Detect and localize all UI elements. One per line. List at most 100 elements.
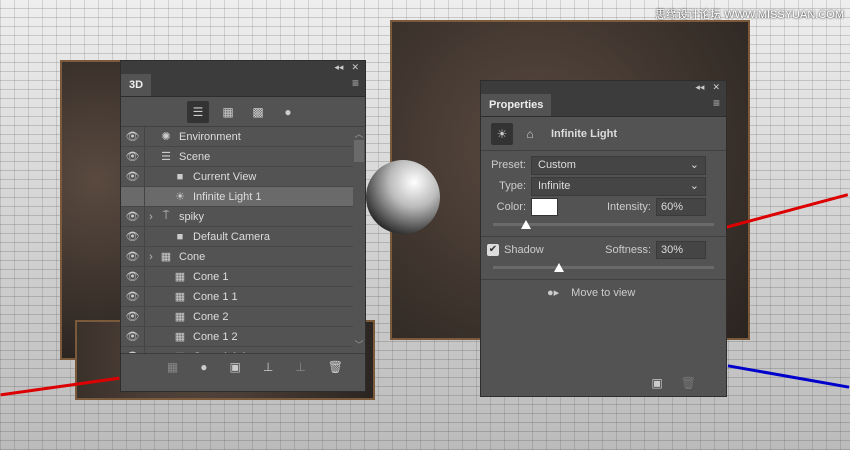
scene-row[interactable]: 👁 ■ Default Camera bbox=[121, 227, 365, 247]
scene-row-label: Default Camera bbox=[193, 230, 271, 243]
light-filter-icon[interactable]: ● bbox=[277, 101, 299, 123]
slider-thumb[interactable] bbox=[521, 220, 532, 229]
softness-slider[interactable] bbox=[493, 261, 714, 275]
light-direction-widget[interactable] bbox=[366, 160, 440, 234]
mesh-instance-icon: ▦ bbox=[174, 331, 186, 343]
collapse-icon[interactable]: ◂◂ bbox=[334, 62, 343, 73]
intensity-slider[interactable] bbox=[493, 218, 714, 232]
scene-row-label: Infinite Light 1 bbox=[193, 190, 262, 203]
render-icon[interactable]: ▣ bbox=[651, 376, 662, 390]
shadow-label: Shadow bbox=[504, 243, 544, 256]
scene-row-label: Cone 1 1 bbox=[193, 290, 238, 303]
text-mesh-icon: ⍑ bbox=[162, 210, 170, 222]
visibility-eye-icon[interactable]: 👁 bbox=[121, 267, 145, 286]
close-icon[interactable]: ✕ bbox=[351, 62, 359, 73]
scene-row[interactable]: 👁 ▦ Cone 1 2 bbox=[121, 327, 365, 347]
preset-label: Preset: bbox=[491, 159, 526, 171]
scene-row[interactable]: 👁 ☰ Scene bbox=[121, 147, 365, 167]
visibility-eye-icon[interactable]: 👁 bbox=[121, 207, 145, 226]
add-light-icon[interactable]: ● bbox=[200, 360, 207, 374]
expand-chevron-icon[interactable]: › bbox=[145, 211, 157, 223]
slider-thumb[interactable] bbox=[554, 263, 565, 272]
scene-row[interactable]: 👁 ▦ Cone 1 1 1 bbox=[121, 347, 365, 353]
scene-row-label: Current View bbox=[193, 170, 257, 183]
collapse-icon[interactable]: ◂◂ bbox=[695, 82, 704, 93]
mesh-filter-icon[interactable]: ▦ bbox=[217, 101, 239, 123]
render-icon[interactable]: ▣ bbox=[230, 360, 241, 374]
scene-row[interactable]: 👁 ■ Current View bbox=[121, 167, 365, 187]
scene-row-label: spiky bbox=[179, 210, 205, 223]
mesh-instance-icon: ▦ bbox=[174, 271, 186, 283]
watermark: 思缘设计论坛 WWW.MISSYUAN.COM bbox=[655, 9, 844, 21]
move-to-view-button[interactable]: ●▸ Move to view bbox=[481, 279, 726, 305]
mesh-instance-icon: ▦ bbox=[171, 350, 189, 353]
panel-menu-icon[interactable]: ≡ bbox=[346, 76, 365, 96]
material-filter-icon[interactable]: ▩ bbox=[247, 101, 269, 123]
camera-icon: ■ bbox=[176, 170, 184, 183]
mesh-instance-icon: ▦ bbox=[174, 311, 186, 323]
softness-label: Softness: bbox=[605, 243, 651, 256]
trash-icon[interactable]: 🗑 bbox=[328, 360, 343, 374]
scene-icon: ☰ bbox=[161, 151, 171, 163]
light-icon[interactable]: ☀ bbox=[491, 122, 513, 145]
scene-row-label: Environment bbox=[179, 130, 241, 143]
type-value: Infinite bbox=[538, 179, 571, 192]
chevron-down-icon: ⌄ bbox=[689, 179, 699, 192]
trash-icon[interactable]: 🗑 bbox=[681, 376, 696, 390]
scene-row[interactable]: 👁 ▦ Cone 1 1 bbox=[121, 287, 365, 307]
scene-row[interactable]: 👁 › ▦ Cone bbox=[121, 247, 365, 267]
type-label: Type: bbox=[499, 180, 526, 192]
scene-row-label: Cone 2 bbox=[193, 310, 229, 323]
visibility-eye-icon[interactable]: 👁 bbox=[121, 167, 145, 186]
intensity-label: Intensity: bbox=[606, 201, 651, 213]
close-icon[interactable]: ✕ bbox=[712, 82, 720, 93]
tab-3d[interactable]: 3D bbox=[121, 74, 152, 96]
light-icon: ☀ bbox=[175, 191, 185, 203]
preset-dropdown[interactable]: Custom ⌄ bbox=[531, 155, 706, 175]
visibility-eye-icon[interactable]: 👁 bbox=[121, 327, 145, 346]
scene-row[interactable]: ☀ Infinite Light 1 bbox=[121, 187, 365, 207]
tab-properties[interactable]: Properties bbox=[481, 94, 552, 116]
scene-row[interactable]: 👁 ✺ Environment bbox=[121, 127, 365, 147]
softness-input[interactable]: 30% bbox=[656, 240, 706, 259]
drop-to-ground-icon[interactable]: ⊥ bbox=[263, 360, 273, 374]
intensity-input[interactable]: 60% bbox=[656, 198, 706, 216]
mesh-icon: ▦ bbox=[160, 251, 172, 263]
visibility-eye-icon[interactable]: 👁 bbox=[121, 307, 145, 326]
color-label: Color: bbox=[496, 201, 526, 213]
visibility-eye-icon[interactable]: 👁 bbox=[121, 147, 145, 166]
scene-row-label: Cone bbox=[179, 250, 206, 263]
chevron-down-icon: ⌄ bbox=[689, 158, 699, 171]
panel-menu-icon[interactable]: ≡ bbox=[707, 96, 726, 116]
visibility-eye-icon[interactable]: 👁 bbox=[121, 287, 145, 306]
new-mesh-icon[interactable]: ▦ bbox=[167, 360, 178, 374]
visibility-eye-icon[interactable]: 👁 bbox=[121, 127, 145, 146]
visibility-eye-icon[interactable]: 👁 bbox=[121, 247, 145, 266]
visibility-eye-icon[interactable]: 👁 bbox=[121, 227, 145, 246]
scene-row[interactable]: 👁 › ⍑ spiky bbox=[121, 207, 365, 227]
scene-list: 👁 ✺ Environment 👁 ☰ Scene 👁 ■ Current View… bbox=[121, 127, 365, 353]
move-to-view-icon: ●▸ bbox=[547, 287, 560, 299]
coordinates-icon[interactable]: ⌂ bbox=[519, 123, 541, 145]
scene-row-label: Cone 1 bbox=[193, 270, 229, 283]
scrollbar[interactable]: ︿ ﹀ bbox=[353, 127, 365, 353]
move-to-view-label: Move to view bbox=[571, 286, 636, 299]
delete-constraint-icon[interactable]: ⊥ bbox=[295, 360, 305, 374]
scene-filter-icon[interactable]: ☰ bbox=[187, 100, 209, 123]
visibility-eye-icon[interactable] bbox=[121, 187, 145, 206]
color-swatch[interactable] bbox=[531, 198, 558, 216]
camera-icon: ■ bbox=[176, 230, 184, 243]
expand-chevron-icon[interactable]: › bbox=[145, 251, 157, 263]
scene-row-label: Cone 1 2 bbox=[193, 330, 238, 343]
shadow-checkbox[interactable]: ✔ bbox=[487, 243, 499, 256]
scene-row-label: Scene bbox=[179, 150, 211, 163]
scene-row-label: Cone 1 1 1 bbox=[193, 351, 247, 354]
visibility-eye-icon[interactable]: 👁 bbox=[121, 347, 145, 353]
scene-row[interactable]: 👁 ▦ Cone 1 bbox=[121, 267, 365, 287]
environment-icon: ✺ bbox=[161, 131, 171, 143]
3d-panel: ◂◂ ✕ 3D ≡ ☰ ▦ ▩ ● 👁 ✺ Environment 👁 ☰ Scene… bbox=[120, 60, 366, 392]
type-dropdown[interactable]: Infinite ⌄ bbox=[531, 176, 706, 196]
properties-panel: ◂◂ ✕ Properties ≡ ☀ ⌂ Infinite Light Prese… bbox=[480, 80, 727, 397]
properties-title: Infinite Light bbox=[551, 127, 617, 140]
scene-row[interactable]: 👁 ▦ Cone 2 bbox=[121, 307, 365, 327]
